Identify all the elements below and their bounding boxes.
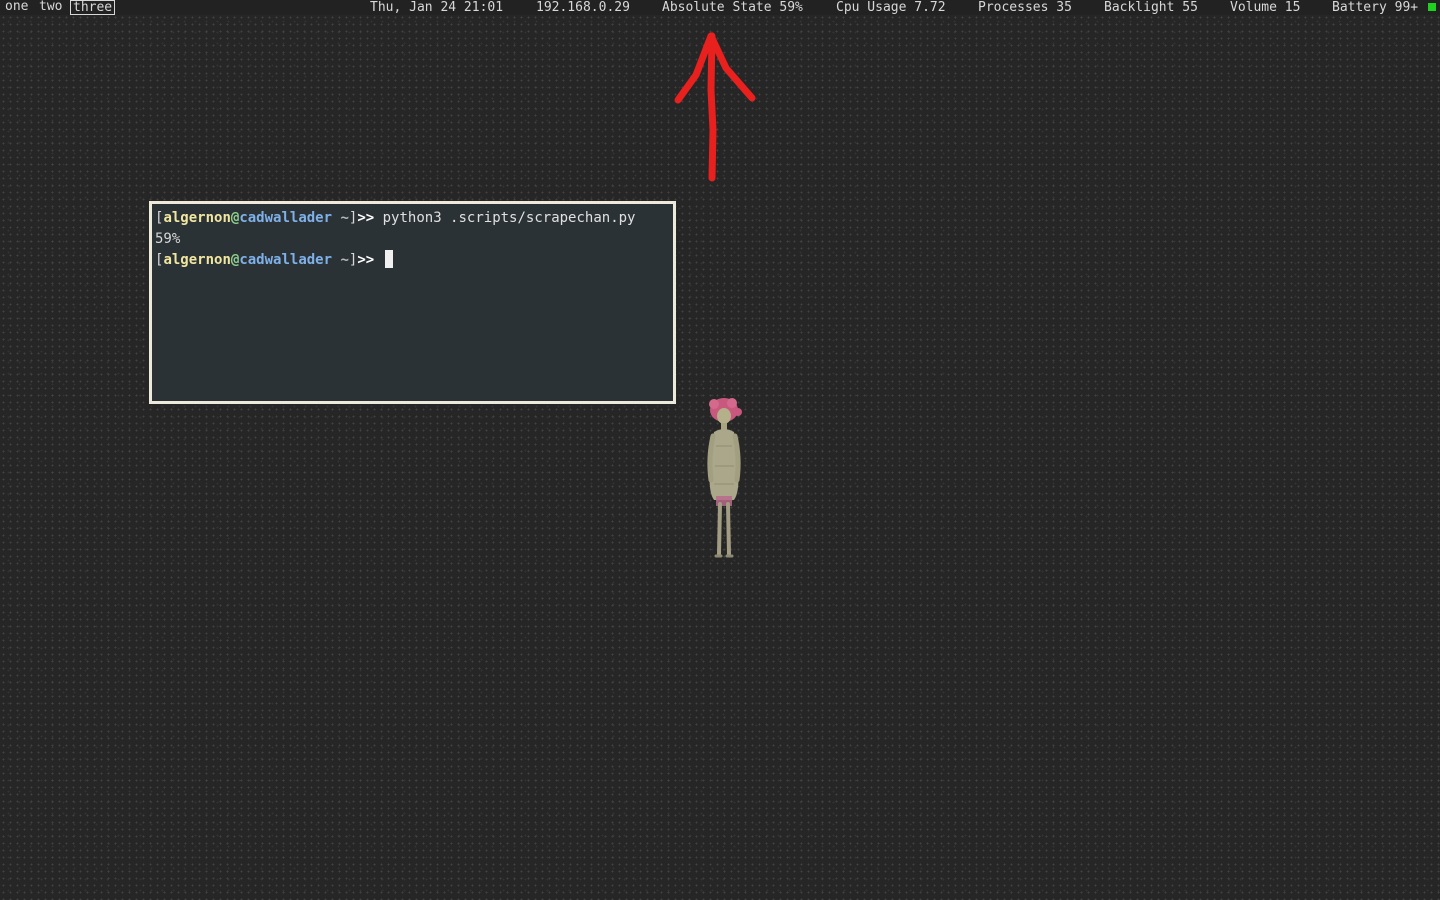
prompt-host: cadwallader	[239, 210, 333, 226]
workspace-one[interactable]: one	[3, 0, 30, 13]
datetime-status: Thu, Jan 24 21:01	[370, 0, 504, 15]
processes-status: Processes 35	[978, 0, 1072, 15]
backlight-status: Backlight 55	[1104, 0, 1198, 15]
battery-indicator-icon	[1428, 3, 1436, 11]
ip-status: 192.168.0.29	[536, 0, 630, 15]
cpu-status: Cpu Usage 7.72	[836, 0, 946, 15]
absolute-state-status: Absolute State 59%	[662, 0, 803, 15]
terminal-window[interactable]: [algernon@cadwallader ~]>> python3 .scri…	[149, 201, 676, 404]
battery-status: Battery 99+	[1332, 0, 1419, 15]
workspace-three[interactable]: three	[70, 0, 116, 15]
prompt-arrows: >>	[357, 210, 375, 226]
desktop-wallpaper: one two three Thu, Jan 24 21:01 192.168.…	[0, 0, 1440, 900]
prompt-user: algernon	[163, 252, 231, 268]
status-bar: one two three Thu, Jan 24 21:01 192.168.…	[0, 0, 1440, 15]
terminal-command-line: [algernon@cadwallader ~]>> python3 .scri…	[155, 208, 673, 229]
standing-girl-figure-icon	[707, 398, 742, 558]
prompt-arrows: >>	[357, 252, 375, 268]
prompt-dir: ~	[332, 252, 349, 268]
red-arrow-up-icon	[674, 32, 756, 182]
prompt-dir: ~	[332, 210, 349, 226]
terminal-command: python3 .scripts/scrapechan.py	[382, 210, 636, 226]
terminal-prompt-line[interactable]: [algernon@cadwallader ~]>>	[155, 250, 673, 271]
prompt-host: cadwallader	[239, 252, 333, 268]
workspace-two[interactable]: two	[37, 0, 64, 13]
terminal-output: 59%	[155, 231, 181, 247]
volume-status: Volume 15	[1230, 0, 1301, 15]
prompt-user: algernon	[163, 210, 231, 226]
terminal-cursor	[384, 250, 393, 268]
